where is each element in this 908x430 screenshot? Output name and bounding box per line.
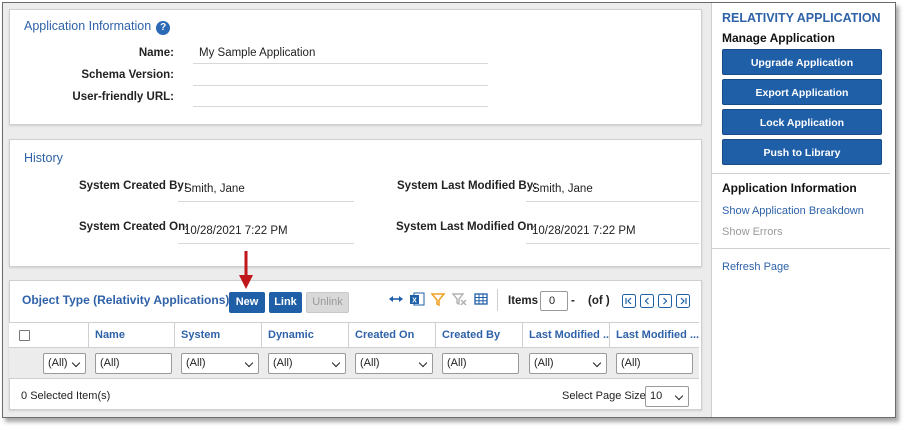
schema-version-label: Schema Version:	[81, 69, 174, 81]
upgrade-application-button[interactable]: Upgrade Application	[722, 49, 882, 75]
svg-text:X: X	[412, 298, 417, 305]
column-created-on[interactable]: Created On	[348, 323, 436, 348]
prev-page-icon[interactable]	[640, 294, 654, 308]
clear-filter-icon	[451, 293, 467, 306]
friendly-url-value	[193, 87, 488, 107]
name-value: My Sample Application	[193, 44, 488, 64]
grid-header: Name System Dynamic Created On Created B…	[9, 322, 699, 348]
app-info-card: Application Information? Name: My Sample…	[9, 9, 702, 125]
show-application-breakdown-link[interactable]: Show Application Breakdown	[722, 205, 864, 217]
application-information-heading: Application Information	[722, 181, 857, 195]
filter-last-modified-by[interactable]: (All)	[616, 353, 693, 374]
column-created-by[interactable]: Created By	[435, 323, 523, 348]
items-of: (of )	[588, 295, 610, 307]
filter-name[interactable]: (All)	[95, 353, 172, 374]
column-system[interactable]: System	[174, 323, 262, 348]
grid-view-icon[interactable]	[473, 291, 489, 307]
selected-count: 0 Selected Item(s)	[21, 390, 110, 402]
unlink-button: Unlink	[306, 292, 349, 313]
filter-dynamic[interactable]: (All)	[268, 353, 346, 374]
created-on-label: System Created On:	[79, 221, 189, 233]
expand-width-icon[interactable]	[388, 291, 404, 307]
window-frame: Application Information? Name: My Sample…	[2, 2, 896, 418]
name-label: Name:	[138, 47, 174, 59]
filter-created-by[interactable]: (All)	[442, 353, 519, 374]
select-all-checkbox[interactable]	[19, 330, 30, 341]
column-last-modified-by[interactable]: Last Modified ...	[609, 323, 699, 348]
column-dynamic[interactable]: Dynamic	[261, 323, 349, 348]
items-input[interactable]: 0	[540, 291, 568, 311]
sidebar-divider	[712, 173, 890, 174]
show-errors-link: Show Errors	[722, 226, 783, 238]
refresh-page-link[interactable]: Refresh Page	[722, 261, 789, 273]
sidebar-divider-2	[712, 248, 890, 249]
filter-system[interactable]: (All)	[181, 353, 259, 374]
app-info-title: Application Information?	[24, 19, 171, 35]
link-button[interactable]: Link	[269, 292, 302, 313]
items-label: Items	[508, 295, 539, 307]
selected-count-number: 0	[21, 390, 28, 402]
sidebar-title: RELATIVITY APPLICATION	[722, 11, 881, 25]
modified-by-label: System Last Modified By:	[397, 180, 537, 192]
push-to-library-button[interactable]: Push to Library	[722, 139, 882, 165]
modified-on-label: System Last Modified On:	[396, 221, 538, 233]
history-card: History System Created By: Smith, Jane S…	[9, 139, 702, 267]
column-last-modified-on[interactable]: Last Modified ...	[522, 323, 610, 348]
friendly-url-label: User-friendly URL:	[72, 91, 174, 103]
app-info-title-text: Application Information	[24, 19, 152, 33]
modified-on-value: 10/28/2021 7:22 PM	[526, 216, 699, 244]
excel-export-icon[interactable]: X	[409, 291, 425, 307]
created-by-value: Smith, Jane	[178, 174, 354, 202]
main-content: Application Information? Name: My Sample…	[3, 3, 711, 417]
export-application-button[interactable]: Export Application	[722, 79, 882, 105]
grid-filter-row: (All) (All) (All) (All) (All) (All) (All…	[9, 348, 699, 379]
filter-last-modified-on[interactable]: (All)	[529, 353, 607, 374]
filter-created-on[interactable]: (All)	[355, 353, 433, 374]
toolbar-divider	[497, 289, 498, 311]
help-icon[interactable]: ?	[156, 21, 171, 35]
created-by-label: System Created By:	[79, 180, 188, 192]
new-button[interactable]: New	[229, 292, 265, 313]
page-size-label: Select Page Size:	[562, 390, 649, 402]
items-dash: -	[571, 295, 575, 307]
sidebar: RELATIVITY APPLICATION Manage Applicatio…	[711, 3, 895, 417]
object-type-title: Object Type (Relativity Applications)	[22, 293, 230, 307]
next-page-icon[interactable]	[658, 294, 672, 308]
last-page-icon[interactable]	[676, 294, 690, 308]
modified-by-value: Smith, Jane	[526, 174, 699, 202]
manage-application-heading: Manage Application	[722, 31, 835, 45]
red-arrow-icon	[239, 251, 253, 289]
schema-version-value	[193, 66, 488, 86]
filter-select-checkbox[interactable]: (All)	[43, 353, 86, 374]
created-on-value: 10/28/2021 7:22 PM	[178, 216, 354, 244]
first-page-icon[interactable]	[622, 294, 636, 308]
page-size-select[interactable]: 10	[645, 386, 689, 407]
lock-application-button[interactable]: Lock Application	[722, 109, 882, 135]
filter-icon[interactable]	[430, 291, 446, 307]
selected-count-label: Selected Item(s)	[30, 390, 111, 402]
history-title: History	[24, 151, 63, 165]
column-name[interactable]: Name	[88, 323, 175, 348]
